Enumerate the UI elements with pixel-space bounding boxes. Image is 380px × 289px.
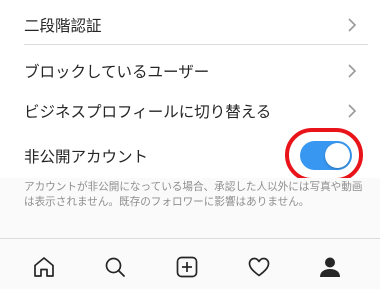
add-post-icon[interactable] — [175, 255, 199, 279]
profile-icon[interactable] — [318, 255, 342, 279]
divider — [24, 44, 368, 45]
private-account-description-area: アカウントが非公開になっている場合、承認した人以外には写真や動画は表示されません… — [0, 178, 380, 238]
home-icon[interactable] — [32, 255, 56, 279]
switch-business-profile-row[interactable]: ビジネスプロフィールに切り替える — [0, 90, 380, 131]
private-account-row: 非公開アカウント — [0, 128, 380, 182]
bottom-tab-bar — [0, 238, 380, 289]
highlight-circle-annotation — [285, 128, 363, 182]
chevron-right-icon — [346, 63, 358, 79]
blocked-users-row[interactable]: ブロックしているユーザー — [0, 50, 380, 91]
blocked-users-label: ブロックしているユーザー — [24, 62, 210, 81]
two-factor-auth-row[interactable]: 二段階認証 — [0, 4, 380, 45]
private-account-description: アカウントが非公開になっている場合、承認した人以外には写真や動画は表示されません… — [24, 181, 363, 208]
two-factor-auth-label: 二段階認証 — [24, 16, 102, 35]
switch-business-profile-label: ビジネスプロフィールに切り替える — [24, 102, 272, 121]
chevron-right-icon — [346, 17, 358, 33]
chevron-right-icon — [346, 103, 358, 119]
private-account-label: 非公開アカウント — [24, 148, 149, 166]
search-icon[interactable] — [103, 255, 127, 279]
heart-icon[interactable] — [247, 255, 271, 279]
